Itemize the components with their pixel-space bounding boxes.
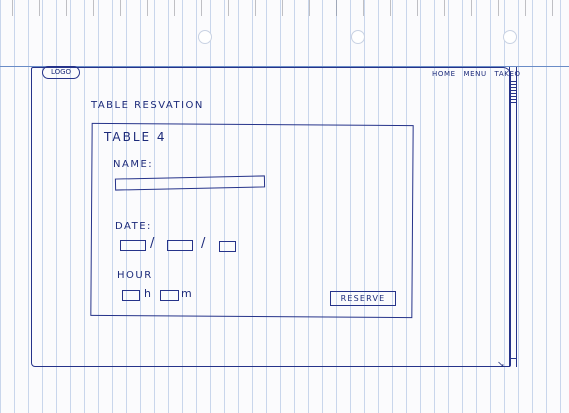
logo[interactable]: LOGO — [42, 66, 80, 79]
nav-item-home[interactable]: HOME — [432, 70, 456, 78]
minute-unit-label: m — [181, 287, 192, 300]
hour-label: HOUR — [117, 270, 153, 281]
spiral-perforation — [0, 0, 569, 16]
date-day-field[interactable] — [120, 240, 146, 251]
panel-title: TABLE 4 — [104, 130, 167, 144]
resize-arrow-icon: ↘ — [497, 360, 505, 370]
date-label: DATE: — [115, 221, 152, 232]
page-title: TABLE RESVATION — [91, 100, 204, 111]
date-separator: / — [201, 236, 206, 251]
nav-item-menu[interactable]: MENU — [463, 70, 486, 78]
date-year-field[interactable] — [219, 241, 236, 252]
hour-field[interactable] — [122, 290, 140, 301]
scrollbar-end-cap — [510, 358, 516, 365]
date-month-field[interactable] — [167, 240, 193, 251]
binder-hole — [503, 30, 517, 44]
vertical-scrollbar[interactable] — [509, 67, 517, 367]
name-label: NAME: — [113, 159, 154, 170]
reserve-button[interactable]: RESERVE — [330, 291, 396, 306]
minute-field[interactable] — [160, 290, 179, 301]
notebook-paper: LOGO HOME MENU TAKEO TABLE RESVATION TAB… — [0, 0, 569, 413]
scrollbar-thumb[interactable] — [510, 81, 516, 103]
binder-hole — [198, 30, 212, 44]
date-separator: / — [150, 236, 155, 251]
binder-hole — [351, 30, 365, 44]
hour-unit-label: h — [144, 287, 151, 300]
